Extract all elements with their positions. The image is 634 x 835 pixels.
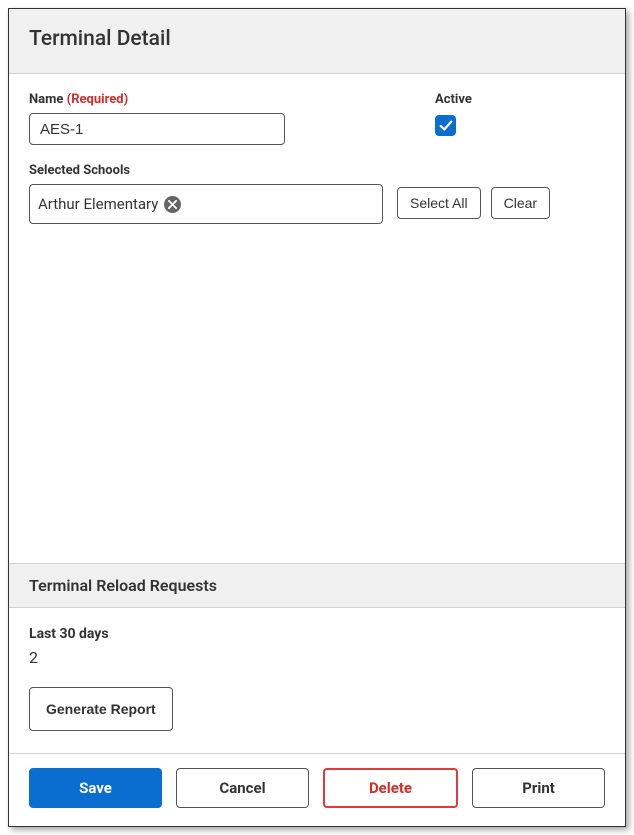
delete-button[interactable]: Delete bbox=[323, 768, 458, 808]
terminal-detail-panel: Terminal Detail Name (Required) Active bbox=[8, 8, 626, 827]
school-chip-label: Arthur Elementary bbox=[38, 195, 158, 213]
chip-remove-button[interactable] bbox=[164, 196, 181, 213]
print-button[interactable]: Print bbox=[472, 768, 605, 808]
reload-section-body: Last 30 days 2 Generate Report bbox=[9, 608, 625, 753]
form-area: Name (Required) Active Selected Schools bbox=[9, 74, 625, 563]
reload-stat-label: Last 30 days bbox=[29, 626, 605, 642]
clear-button[interactable]: Clear bbox=[491, 187, 550, 219]
footer-actions: Save Cancel Delete Print bbox=[9, 753, 625, 826]
name-label-text: Name bbox=[29, 92, 63, 107]
close-icon bbox=[168, 200, 177, 209]
reload-stat-value: 2 bbox=[29, 648, 605, 667]
cancel-button[interactable]: Cancel bbox=[176, 768, 309, 808]
generate-report-button[interactable]: Generate Report bbox=[29, 687, 173, 731]
reload-section-header: Terminal Reload Requests bbox=[9, 563, 625, 608]
schools-buttons: Select All Clear bbox=[397, 184, 550, 219]
schools-label: Selected Schools bbox=[29, 163, 605, 178]
name-label: Name (Required) bbox=[29, 92, 285, 107]
active-checkbox[interactable] bbox=[435, 115, 456, 136]
schools-multiselect[interactable]: Arthur Elementary bbox=[29, 184, 383, 224]
name-field: Name (Required) bbox=[29, 92, 285, 145]
checkmark-icon bbox=[439, 119, 453, 133]
schools-field: Selected Schools Arthur Elementary Selec… bbox=[29, 163, 605, 224]
page-title: Terminal Detail bbox=[29, 27, 605, 51]
select-all-button[interactable]: Select All bbox=[397, 187, 481, 219]
active-field: Active bbox=[435, 92, 472, 145]
panel-header: Terminal Detail bbox=[9, 9, 625, 74]
save-button[interactable]: Save bbox=[29, 768, 162, 808]
reload-section-title: Terminal Reload Requests bbox=[29, 576, 605, 595]
name-input[interactable] bbox=[29, 113, 285, 145]
required-indicator: (Required) bbox=[67, 92, 129, 107]
school-chip: Arthur Elementary bbox=[38, 195, 181, 213]
active-label: Active bbox=[435, 92, 472, 107]
